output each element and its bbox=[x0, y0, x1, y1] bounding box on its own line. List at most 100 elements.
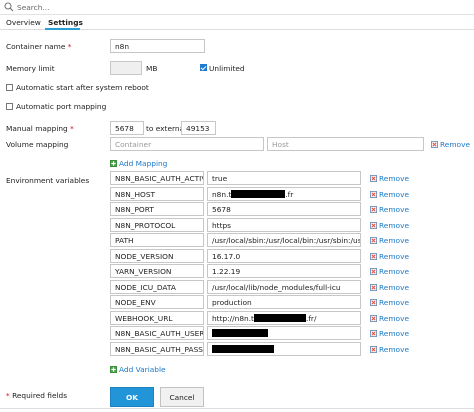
volume-container-input[interactable]: Container bbox=[110, 137, 264, 151]
env-remove-link[interactable]: Remove bbox=[370, 236, 409, 245]
remove-label: Remove bbox=[379, 174, 409, 183]
remove-icon bbox=[370, 330, 377, 337]
env-remove-link[interactable]: Remove bbox=[370, 174, 409, 183]
env-value-input[interactable]: http://n8n.t .fr/ bbox=[207, 311, 361, 325]
memory-unit: MB bbox=[146, 64, 158, 73]
env-name-input[interactable]: N8N_BASIC_AUTH_PASSWO bbox=[110, 342, 204, 356]
add-variable-link[interactable]: Add Variable bbox=[110, 365, 166, 374]
remove-icon bbox=[431, 141, 438, 148]
env-remove-link[interactable]: Remove bbox=[370, 267, 409, 276]
container-name-input[interactable]: n8n bbox=[110, 39, 205, 53]
env-name-input[interactable]: YARN_VERSION bbox=[110, 264, 204, 278]
cancel-button[interactable]: Cancel bbox=[160, 387, 204, 407]
env-value-input[interactable] bbox=[207, 326, 361, 340]
env-name-input[interactable]: PATH bbox=[110, 233, 204, 247]
internal-port-input[interactable]: 5678 bbox=[110, 121, 144, 135]
env-value-prefix: http://n8n.t bbox=[212, 314, 254, 323]
env-remove-link[interactable]: Remove bbox=[370, 329, 409, 338]
remove-label: Remove bbox=[379, 345, 409, 354]
auto-start-label: Automatic start after system reboot bbox=[16, 83, 149, 92]
env-value-input[interactable]: https bbox=[207, 218, 361, 232]
env-remove-link[interactable]: Remove bbox=[370, 298, 409, 307]
active-tab-indicator bbox=[45, 28, 80, 30]
manual-mapping-label: Manual mapping * bbox=[6, 124, 74, 133]
required-mark: * bbox=[67, 42, 72, 51]
remove-label: Remove bbox=[379, 329, 409, 338]
remove-icon bbox=[370, 284, 377, 291]
remove-label: Remove bbox=[379, 252, 409, 261]
env-remove-link[interactable]: Remove bbox=[370, 314, 409, 323]
env-value-input[interactable]: production bbox=[207, 295, 361, 309]
env-value-input[interactable]: 5678 bbox=[207, 202, 361, 216]
env-value-input[interactable]: n8n.t .fr bbox=[207, 187, 361, 201]
env-value-input[interactable]: 1.22.19 bbox=[207, 264, 361, 278]
redaction-block bbox=[212, 329, 268, 337]
memory-limit-input[interactable] bbox=[110, 61, 142, 75]
env-name-input[interactable]: NODE_ENV bbox=[110, 295, 204, 309]
env-remove-link[interactable]: Remove bbox=[370, 252, 409, 261]
required-note-text: Required fields bbox=[12, 391, 68, 400]
env-value-input[interactable]: /usr/local/sbin:/usr/local/bin:/usr/sbin… bbox=[207, 233, 361, 247]
env-name-input[interactable]: WEBHOOK_URL bbox=[110, 311, 204, 325]
add-mapping-link[interactable]: Add Mapping bbox=[110, 159, 167, 168]
env-value-suffix: .fr/ bbox=[305, 314, 317, 323]
container-name-label: Container name * bbox=[6, 42, 72, 51]
remove-icon bbox=[370, 299, 377, 306]
remove-label: Remove bbox=[379, 283, 409, 292]
remove-icon bbox=[370, 206, 377, 213]
env-remove-link[interactable]: Remove bbox=[370, 345, 409, 354]
env-name-input[interactable]: N8N_PORT bbox=[110, 202, 204, 216]
container-name-label-text: Container name bbox=[6, 42, 66, 51]
redaction-block bbox=[231, 190, 286, 198]
env-value-prefix: n8n.t bbox=[212, 190, 232, 199]
env-value-input[interactable]: /usr/local/lib/node_modules/full-icu bbox=[207, 280, 361, 294]
add-variable-label: Add Variable bbox=[119, 365, 166, 374]
required-mark: * bbox=[6, 391, 10, 400]
tab-overview[interactable]: Overview bbox=[6, 18, 41, 27]
env-value-input[interactable] bbox=[207, 342, 361, 356]
remove-label: Remove bbox=[379, 205, 409, 214]
tab-bar: Overview Settings bbox=[0, 16, 474, 30]
auto-start-checkbox[interactable] bbox=[6, 84, 13, 91]
env-name-input[interactable]: N8N_PROTOCOL bbox=[110, 218, 204, 232]
unlimited-checkbox[interactable] bbox=[200, 64, 207, 71]
auto-port-checkbox[interactable] bbox=[6, 103, 13, 110]
remove-icon bbox=[370, 237, 377, 244]
env-remove-link[interactable]: Remove bbox=[370, 283, 409, 292]
env-name-input[interactable]: NODE_VERSION bbox=[110, 249, 204, 263]
tab-settings[interactable]: Settings bbox=[48, 18, 83, 27]
volume-host-input[interactable]: Host bbox=[267, 137, 424, 151]
remove-icon bbox=[370, 222, 377, 229]
external-port-input[interactable]: 49153 bbox=[181, 121, 216, 135]
env-remove-link[interactable]: Remove bbox=[370, 221, 409, 230]
remove-label: Remove bbox=[440, 140, 470, 149]
env-value-suffix: .fr bbox=[285, 190, 294, 199]
ok-button[interactable]: OK bbox=[110, 387, 154, 407]
volume-remove-link[interactable]: Remove bbox=[431, 140, 470, 149]
env-remove-link[interactable]: Remove bbox=[370, 205, 409, 214]
required-mark: * bbox=[70, 124, 74, 133]
divider bbox=[0, 408, 474, 409]
remove-label: Remove bbox=[379, 236, 409, 245]
redaction-block bbox=[212, 345, 274, 353]
env-name-input[interactable]: N8N_BASIC_AUTH_USER bbox=[110, 326, 204, 340]
env-value-input[interactable]: true bbox=[207, 171, 361, 185]
add-icon bbox=[110, 366, 117, 373]
search-icon bbox=[4, 2, 14, 12]
remove-label: Remove bbox=[379, 267, 409, 276]
auto-port-label: Automatic port mapping bbox=[16, 102, 107, 111]
search-input[interactable] bbox=[17, 1, 237, 13]
remove-label: Remove bbox=[379, 221, 409, 230]
env-vars-label: Environment variables bbox=[6, 176, 90, 185]
required-note: * Required fields bbox=[6, 391, 67, 400]
remove-icon bbox=[370, 268, 377, 275]
remove-label: Remove bbox=[379, 314, 409, 323]
env-name-input[interactable]: N8N_HOST bbox=[110, 187, 204, 201]
env-remove-link[interactable]: Remove bbox=[370, 190, 409, 199]
env-name-input[interactable]: N8N_BASIC_AUTH_ACTIVE bbox=[110, 171, 204, 185]
env-name-input[interactable]: NODE_ICU_DATA bbox=[110, 280, 204, 294]
top-search-bar bbox=[0, 0, 474, 15]
env-value-input[interactable]: 16.17.0 bbox=[207, 249, 361, 263]
add-mapping-label: Add Mapping bbox=[119, 159, 168, 168]
remove-label: Remove bbox=[379, 190, 409, 199]
